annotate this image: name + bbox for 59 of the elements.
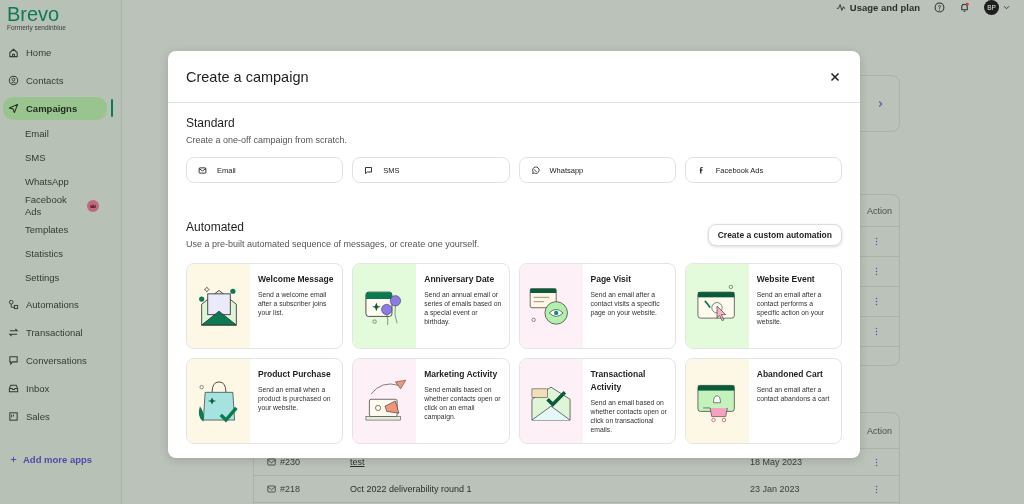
pulse-icon — [835, 3, 846, 12]
sidebar-item[interactable]: Inbox — [3, 376, 107, 400]
card-title: Welcome Message — [258, 273, 335, 286]
campaign-id: #230 — [280, 457, 302, 467]
dialog-title: Create a campaign — [186, 68, 309, 85]
envelope-icon — [267, 485, 276, 493]
add-apps-link[interactable]: Add more apps — [10, 454, 93, 465]
campaign-date: 18 May 2023 — [750, 457, 804, 467]
paper-plane-icon — [8, 102, 19, 114]
campaign-name-link[interactable]: test — [350, 457, 750, 467]
sidebar-subitem[interactable]: Statistics — [25, 248, 77, 260]
card-title: Abandoned Cart — [756, 368, 824, 381]
sidebar-item[interactable]: Sales — [3, 404, 107, 428]
column-header: Action — [867, 425, 892, 436]
card-title: Anniversary Date — [424, 273, 496, 286]
section-description: Create a one-off campaign from scratch. — [186, 135, 348, 145]
sidebar-item[interactable]: Contacts — [3, 68, 107, 92]
sidebar-item[interactable]: Transactional — [3, 320, 107, 344]
section-heading: Standard — [186, 116, 236, 130]
campaign-id: #218 — [280, 484, 302, 494]
active-indicator — [111, 99, 113, 117]
chat-bubble-icon — [8, 354, 19, 366]
sidebar-subitem[interactable]: Email — [25, 128, 77, 140]
envelope-icon — [198, 165, 207, 175]
column-header: Action — [867, 205, 892, 216]
house-icon — [8, 46, 19, 58]
sidebar-item[interactable]: Conversations — [3, 348, 107, 372]
custom-automation-button[interactable]: Create a custom automation — [707, 224, 842, 246]
plus-icon — [10, 456, 17, 463]
sidebar-subitem[interactable]: Templates — [25, 224, 77, 236]
inbox-tray-icon — [8, 382, 19, 394]
chevron-right-icon[interactable] — [878, 99, 883, 108]
bell-icon[interactable] — [959, 2, 970, 13]
campaign-name-link[interactable]: Oct 2022 deliverability round 1 — [350, 484, 750, 494]
sidebar-item[interactable]: Campaigns — [3, 96, 107, 120]
card-title: Transactional Activity — [590, 368, 647, 394]
sidebar-subitem[interactable]: Settings — [25, 272, 77, 284]
board-icon — [8, 410, 19, 422]
sidebar-subitem[interactable]: WhatsApp — [25, 176, 77, 188]
sidebar-subitem[interactable]: Facebook Ads — [25, 194, 77, 218]
section-heading: Automated — [186, 220, 246, 234]
arrows-icon — [8, 326, 19, 338]
sidebar-item[interactable]: Home — [3, 40, 107, 64]
card-title: Marketing Activity — [424, 368, 499, 381]
campaign-date: 23 Jan 2023 — [750, 484, 801, 494]
close-icon[interactable] — [830, 71, 840, 82]
chevron-down-icon[interactable] — [1003, 5, 1010, 10]
card-title: Page Visit — [590, 273, 632, 286]
card-title: Website Event — [756, 273, 816, 286]
speech-bubble-icon — [364, 165, 374, 175]
sidebar-item[interactable]: Automations — [3, 292, 107, 316]
help-icon[interactable] — [934, 2, 945, 13]
usage-link[interactable]: Usage and plan — [835, 2, 920, 13]
card-title: Product Purchase — [258, 368, 332, 381]
person-circle-icon — [8, 74, 19, 86]
sidebar-subitem[interactable]: SMS — [25, 152, 77, 164]
flow-icon — [8, 298, 19, 310]
section-description: Use a pre-built automated sequence of messages, or create one yourself. — [186, 239, 480, 249]
envelope-icon — [267, 458, 276, 466]
